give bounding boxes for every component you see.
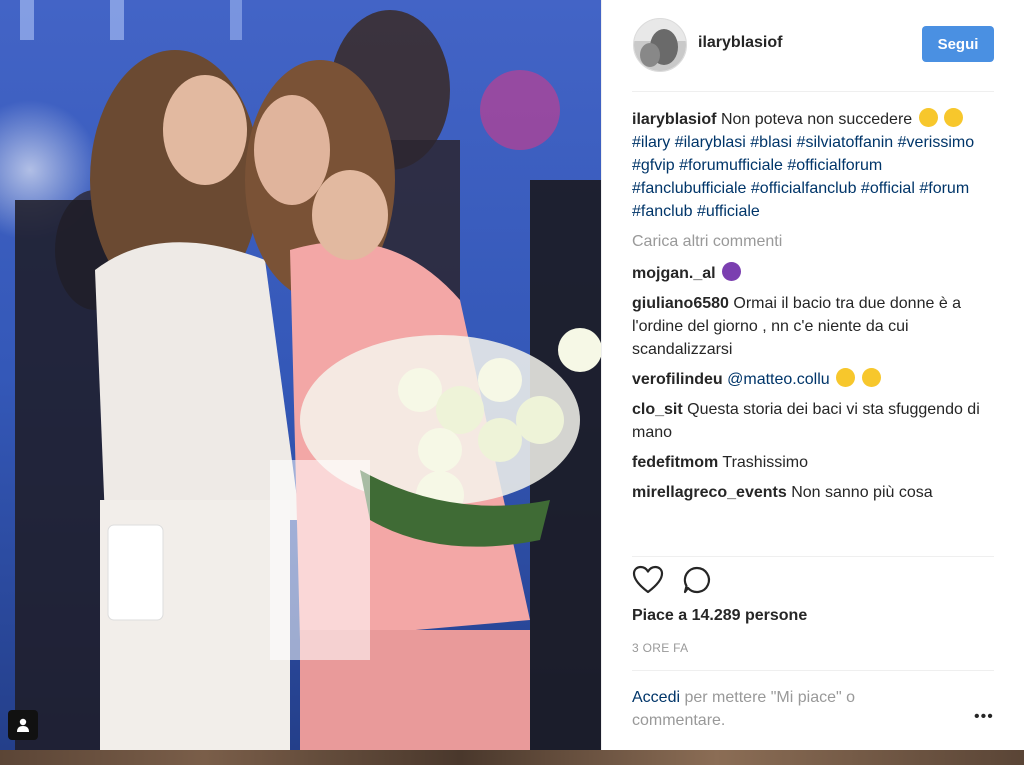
likes-count[interactable]: Piace a 14.289 persone (632, 607, 807, 625)
comment-text: Questa storia dei baci vi sta sfuggendo … (632, 401, 980, 441)
hashtag[interactable]: #fanclubufficiale (632, 180, 746, 197)
comment-text: Trashissimo (722, 454, 809, 471)
hashtag[interactable]: #silviatoffanin (797, 134, 894, 151)
comment-username[interactable]: clo_sit (632, 401, 683, 418)
hashtag[interactable]: #ilary (632, 134, 670, 151)
caption: ilaryblasiof Non poteva non succedere #i… (632, 108, 1000, 223)
hashtag[interactable]: #ilaryblasi (675, 134, 746, 151)
comment-username[interactable]: mojgan._al (632, 265, 716, 282)
caption-username[interactable]: ilaryblasiof (632, 111, 716, 128)
hashtag[interactable]: #official (861, 180, 915, 197)
tears-of-joy-emoji (918, 108, 938, 127)
post-author-username[interactable]: ilaryblasiof (698, 34, 782, 52)
hashtag[interactable]: #fanclub (632, 203, 693, 220)
tears-of-joy-emoji (836, 368, 856, 387)
heart-icon[interactable] (632, 565, 664, 600)
next-post-preview (0, 750, 1024, 765)
follow-button[interactable]: Segui (922, 26, 994, 62)
comment-username[interactable]: fedefitmom (632, 454, 718, 471)
hashtag[interactable]: #verissimo (898, 134, 974, 151)
header-divider (632, 91, 994, 92)
comment-bubble-icon[interactable] (682, 565, 712, 600)
caption-text: Non poteva non succedere (720, 111, 913, 128)
list-item: mirellagreco_events Non sanno più cosa (632, 481, 1000, 504)
comment-username[interactable]: mirellagreco_events (632, 484, 787, 501)
comments-list: ilaryblasiof Non poteva non succedere #i… (632, 108, 1000, 511)
tears-of-joy-emoji (861, 368, 881, 387)
comment-text: Non sanno più cosa (791, 484, 933, 501)
list-item: giuliano6580 Ormai il bacio tra due donn… (632, 292, 1000, 361)
hashtag[interactable]: #officialfanclub (751, 180, 857, 197)
post-photo[interactable] (0, 0, 601, 750)
comment-username[interactable]: verofilindeu (632, 371, 723, 388)
more-options-icon[interactable]: ••• (974, 708, 994, 726)
hashtag[interactable]: #forum (919, 180, 969, 197)
login-link[interactable]: Accedi (632, 689, 680, 706)
list-item: fedefitmom Trashissimo (632, 451, 1000, 474)
comment-username[interactable]: giuliano6580 (632, 295, 729, 312)
post-header: ilaryblasiof Segui (602, 0, 1024, 90)
post-timestamp: 3 ORE FA (632, 641, 689, 655)
list-item: verofilindeu @matteo.collu (632, 368, 1000, 391)
tears-of-joy-emoji (944, 108, 964, 127)
hashtag[interactable]: #blasi (750, 134, 792, 151)
comment-mention[interactable]: @matteo.collu (727, 371, 830, 388)
comments-divider (632, 556, 994, 557)
footer-divider (632, 670, 994, 671)
hashtag[interactable]: #ufficiale (697, 203, 760, 220)
load-more-comments-link[interactable]: Carica altri commenti (632, 230, 1000, 253)
hashtag[interactable]: #forumufficiale (679, 157, 783, 174)
post-side-panel: ilaryblasiof Segui ilaryblasiof Non pote… (601, 0, 1024, 750)
login-prompt: Accedi per mettere "Mi piace" o commenta… (632, 686, 932, 732)
list-item: clo_sit Questa storia dei baci vi sta sf… (632, 398, 1000, 444)
post-image (0, 0, 601, 750)
list-item: mojgan._al (632, 262, 1000, 285)
smiling-devil-emoji (722, 262, 742, 281)
hashtag[interactable]: #gfvip (632, 157, 675, 174)
avatar[interactable] (633, 18, 687, 72)
hashtag[interactable]: #officialforum (787, 157, 882, 174)
user-tag-icon[interactable] (8, 710, 38, 740)
